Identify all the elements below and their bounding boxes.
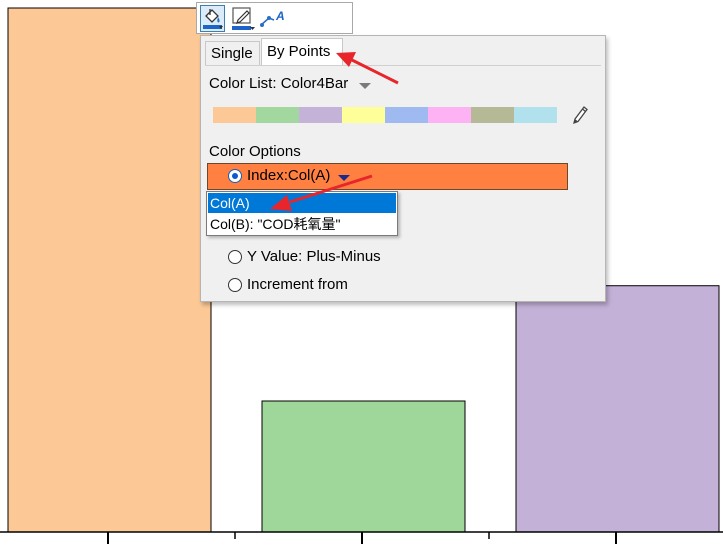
pencil-line-icon [232, 7, 255, 30]
tab-by-points[interactable]: By Points [261, 38, 343, 66]
paint-bucket-icon [203, 9, 223, 29]
color-swatch-4[interactable] [342, 107, 385, 123]
radio-y-value[interactable] [228, 250, 242, 264]
dropdown-item-col-a[interactable]: Col(A) [208, 193, 396, 213]
chevron-down-icon[interactable] [359, 83, 371, 89]
color-swatch-8[interactable] [514, 107, 557, 123]
bar-1[interactable] [7, 7, 212, 533]
color-swatch-5[interactable] [385, 107, 428, 123]
tab-single[interactable]: Single [205, 41, 260, 66]
pencil-icon[interactable] [571, 103, 589, 125]
color-list-label[interactable]: Color List: Color4Bar [209, 75, 348, 92]
tab-divider [205, 65, 601, 66]
radio-increment-label[interactable]: Increment from [247, 276, 348, 293]
color-swatch-3[interactable] [299, 107, 342, 123]
color-swatch-7[interactable] [471, 107, 514, 123]
mini-toolbar: A [196, 2, 353, 34]
bar-2[interactable] [261, 400, 466, 533]
color-options-label: Color Options [209, 143, 301, 160]
color-settings-panel: Single By Points Color List: Color4Bar C… [200, 35, 606, 302]
color-swatch-6[interactable] [428, 107, 471, 123]
index-column-dropdown: Col(A) Col(B): "COD耗氧量" [206, 191, 398, 236]
radio-index-label[interactable]: Index:Col(A) [247, 167, 330, 184]
index-dropdown-arrow-icon[interactable] [338, 175, 350, 181]
svg-text:A: A [275, 9, 285, 23]
radio-index[interactable] [228, 169, 242, 183]
line-color-button[interactable] [230, 5, 256, 32]
color-swatch-1[interactable] [213, 107, 256, 123]
color-swatch-2[interactable] [256, 107, 299, 123]
bar-3[interactable] [515, 285, 720, 533]
radio-y-value-label[interactable]: Y Value: Plus-Minus [247, 248, 381, 265]
color-swatch-strip[interactable] [213, 107, 557, 123]
line-label-icon: A [260, 9, 285, 27]
radio-increment[interactable] [228, 278, 242, 292]
label-button[interactable]: A [259, 5, 287, 32]
dropdown-item-col-b[interactable]: Col(B): "COD耗氧量" [208, 214, 396, 234]
fill-color-button[interactable] [200, 5, 225, 32]
